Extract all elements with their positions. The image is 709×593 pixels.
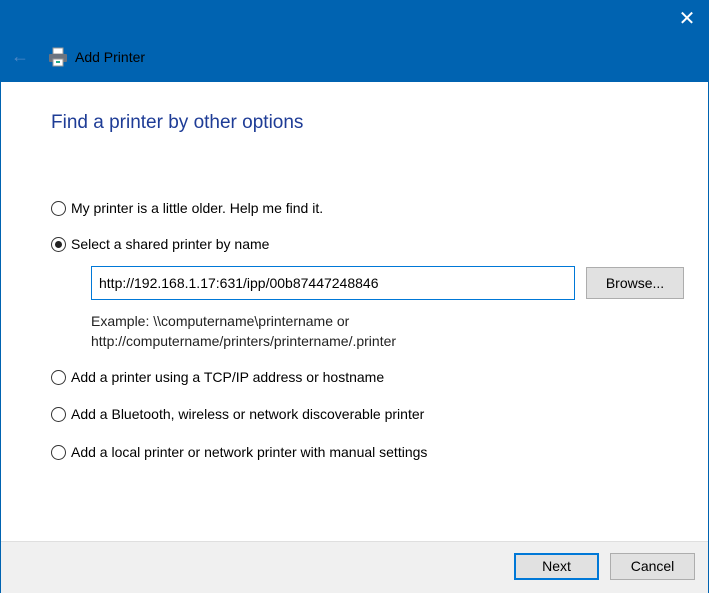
radio-button[interactable] <box>51 200 66 216</box>
example-line: http://computername/printers/printername… <box>91 333 397 349</box>
option-label: Add a printer using a TCP/IP address or … <box>71 369 385 385</box>
close-icon[interactable]: ✕ <box>674 8 700 30</box>
example-text: Example: \\computername\printername or h… <box>91 311 396 351</box>
window-title: Add Printer <box>75 49 146 65</box>
option-shared-printer[interactable]: Select a shared printer by name <box>51 236 269 252</box>
radio-button[interactable] <box>51 236 66 252</box>
radio-button[interactable] <box>51 406 66 422</box>
option-label: Add a local printer or network printer w… <box>71 444 428 460</box>
browse-button[interactable]: Browse... <box>586 267 684 299</box>
option-older-printer[interactable]: My printer is a little older. Help me fi… <box>51 200 323 216</box>
option-tcpip[interactable]: Add a printer using a TCP/IP address or … <box>51 369 384 385</box>
option-local-manual[interactable]: Add a local printer or network printer w… <box>51 444 427 460</box>
printer-icon <box>49 47 67 67</box>
title-bar: ✕ ← Add Printer <box>1 0 709 82</box>
add-printer-window: ✕ ← Add Printer Find a printer by other … <box>0 0 709 593</box>
next-button[interactable]: Next <box>514 553 599 580</box>
radio-button[interactable] <box>51 444 66 460</box>
cancel-button[interactable]: Cancel <box>610 553 695 580</box>
footer: Next Cancel <box>1 541 708 593</box>
back-arrow-icon[interactable]: ← <box>11 46 29 67</box>
printer-name-input[interactable] <box>91 266 575 300</box>
option-label: Add a Bluetooth, wireless or network dis… <box>71 406 425 422</box>
option-label: My printer is a little older. Help me fi… <box>71 200 324 216</box>
page-heading: Find a printer by other options <box>51 112 304 133</box>
option-label: Select a shared printer by name <box>71 236 270 252</box>
option-bluetooth-wireless[interactable]: Add a Bluetooth, wireless or network dis… <box>51 406 424 422</box>
radio-button[interactable] <box>51 369 66 385</box>
example-line: Example: \\computername\printername or <box>91 313 350 329</box>
